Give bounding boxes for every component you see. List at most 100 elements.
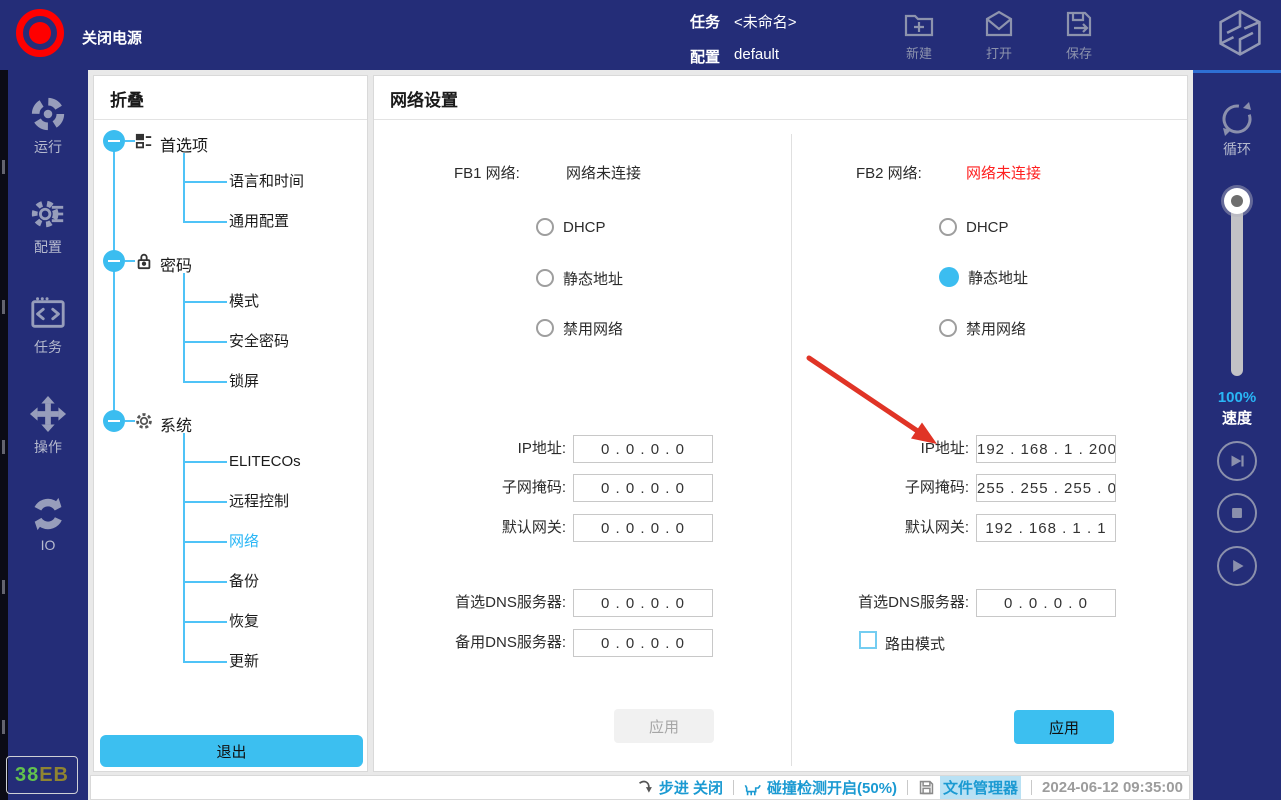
radio-icon	[939, 218, 957, 236]
open-button-label: 打开	[966, 43, 1032, 62]
speed-slider-knob[interactable]	[1224, 188, 1250, 214]
speed-label: 速度	[1193, 407, 1281, 428]
radio-icon	[536, 269, 554, 287]
tree-item-elitecos[interactable]: ELITECOs	[229, 452, 301, 472]
open-button[interactable]: 打开	[966, 8, 1032, 62]
sidebar-item-io[interactable]: IO	[8, 495, 88, 553]
left-edge-strip	[0, 70, 8, 800]
tree-item-safety-password[interactable]: 安全密码	[229, 332, 289, 352]
fb1-mask-label: 子网掩码:	[404, 473, 566, 503]
fb1-label: FB1 网络:	[454, 162, 520, 183]
collapse-toggle-preferences[interactable]	[103, 130, 125, 152]
sidebar-item-task[interactable]: 任务	[8, 295, 88, 357]
run-target-icon	[29, 95, 67, 133]
tree-header[interactable]: 折叠	[110, 86, 144, 111]
fb1-status: 网络未连接	[566, 162, 641, 183]
fb1-dns2-input[interactable]	[573, 629, 713, 657]
status-separator	[907, 780, 908, 795]
fb2-radio-dhcp[interactable]: DHCP	[939, 217, 1009, 237]
tree-item-backup[interactable]: 备份	[229, 572, 259, 592]
router-mode-checkbox[interactable]	[859, 631, 877, 649]
settings-tree-panel: 折叠 首选项 语言和时间 通用配置 密码 模式 安全密码 锁屏 系统 ELITE…	[93, 75, 368, 772]
status-badge: 38EB	[6, 756, 78, 794]
tree-item-system[interactable]: 系统	[160, 412, 192, 436]
sidebar-item-label: 任务	[8, 337, 88, 357]
fb2-gateway-label: 默认网关:	[804, 513, 969, 543]
fb2-radio-static[interactable]: 静态地址	[939, 267, 1028, 287]
speed-slider-track[interactable]	[1231, 208, 1243, 376]
tree-item-restore[interactable]: 恢复	[229, 612, 259, 632]
tree-item-preferences[interactable]: 首选项	[160, 132, 208, 156]
fb1-dns1-label: 首选DNS服务器:	[404, 588, 566, 618]
fb2-ip-input[interactable]	[976, 435, 1116, 463]
step-mode-toggle[interactable]: 步进 关闭	[637, 777, 723, 798]
sidebar-item-config[interactable]: 配置	[8, 195, 88, 257]
sidebar-item-operate[interactable]: 操作	[8, 395, 88, 457]
task-value: <未命名>	[734, 11, 797, 32]
tree-item-remote-control[interactable]: 远程控制	[229, 492, 289, 512]
speed-value: 100%	[1193, 389, 1281, 406]
collapse-toggle-system[interactable]	[103, 410, 125, 432]
network-settings-panel: 网络设置 FB1 网络: 网络未连接 DHCP 静态地址 禁用网络 IP地址: …	[373, 75, 1188, 772]
fb1-gateway-input[interactable]	[573, 514, 713, 542]
new-button[interactable]: 新建	[886, 8, 952, 62]
tree-header-divider	[94, 119, 367, 120]
step-next-button[interactable]	[1217, 441, 1257, 481]
fb2-radio-disable[interactable]: 禁用网络	[939, 318, 1026, 338]
radio-icon	[536, 319, 554, 337]
collapse-toggle-password[interactable]	[103, 250, 125, 272]
fb2-status: 网络未连接	[966, 162, 1041, 183]
open-folder-icon	[983, 8, 1015, 40]
task-row: 任务 <未命名>	[690, 11, 797, 32]
router-mode-label[interactable]: 路由模式	[885, 633, 945, 654]
fb1-dns1-input[interactable]	[573, 589, 713, 617]
power-status-icon[interactable]	[16, 9, 64, 57]
tree-item-mode[interactable]: 模式	[229, 292, 259, 312]
new-button-label: 新建	[886, 43, 952, 62]
fb1-mask-input[interactable]	[573, 474, 713, 502]
badge-green-text: 38	[15, 764, 39, 787]
loop-icon	[1217, 99, 1257, 139]
column-divider	[791, 134, 792, 766]
fb2-mask-input[interactable]	[976, 474, 1116, 502]
sidebar-item-run[interactable]: 运行	[8, 95, 88, 157]
tree-item-network[interactable]: 网络	[229, 532, 259, 552]
file-manager-button[interactable]: 文件管理器	[918, 776, 1021, 799]
task-label: 任务	[690, 11, 720, 32]
fb2-apply-button[interactable]: 应用	[1014, 710, 1114, 744]
tree-group3-line	[183, 433, 185, 662]
status-separator	[1031, 780, 1032, 795]
sidebar-item-label: 操作	[8, 437, 88, 457]
loop-button[interactable]	[1193, 99, 1281, 144]
save-button[interactable]: 保存	[1046, 8, 1112, 62]
tree-item-language-time[interactable]: 语言和时间	[229, 172, 304, 192]
play-button[interactable]	[1217, 546, 1257, 586]
power-off-button[interactable]: 关闭电源	[82, 27, 142, 48]
tree-item-password[interactable]: 密码	[160, 252, 192, 276]
tree-item-lock-screen[interactable]: 锁屏	[229, 372, 259, 392]
fb2-dns1-input[interactable]	[976, 589, 1116, 617]
fb2-gateway-input[interactable]	[976, 514, 1116, 542]
fb1-radio-disable[interactable]: 禁用网络	[536, 318, 623, 338]
fb1-radio-static[interactable]: 静态地址	[536, 268, 623, 288]
file-manager-label: 文件管理器	[940, 776, 1021, 799]
left-sidebar: 运行 配置 任务 操作 IO 38EB	[0, 70, 88, 800]
collision-detection-toggle[interactable]: 碰撞检测开启(50%)	[744, 777, 897, 798]
tree-trunk-line	[113, 141, 115, 421]
fb1-apply-button: 应用	[614, 709, 714, 743]
fb1-gateway-label: 默认网关:	[404, 513, 566, 543]
fb1-radio-dhcp[interactable]: DHCP	[536, 217, 606, 237]
brand-logo-icon[interactable]	[1212, 7, 1268, 63]
fb1-ip-input[interactable]	[573, 435, 713, 463]
tree-item-general-config[interactable]: 通用配置	[229, 212, 289, 232]
stop-icon	[1226, 502, 1248, 524]
stop-button[interactable]	[1217, 493, 1257, 533]
new-folder-icon	[903, 8, 935, 40]
tree-group2-line	[183, 273, 185, 382]
tree-item-update[interactable]: 更新	[229, 652, 259, 672]
top-bar: 关闭电源 任务 <未命名> 配置 default 新建 打开 保存	[0, 0, 1281, 70]
loop-label: 循环	[1193, 139, 1281, 159]
step-mode-label: 步进 关闭	[659, 777, 723, 798]
power-dot-icon	[29, 22, 51, 44]
exit-button[interactable]: 退出	[100, 735, 363, 767]
